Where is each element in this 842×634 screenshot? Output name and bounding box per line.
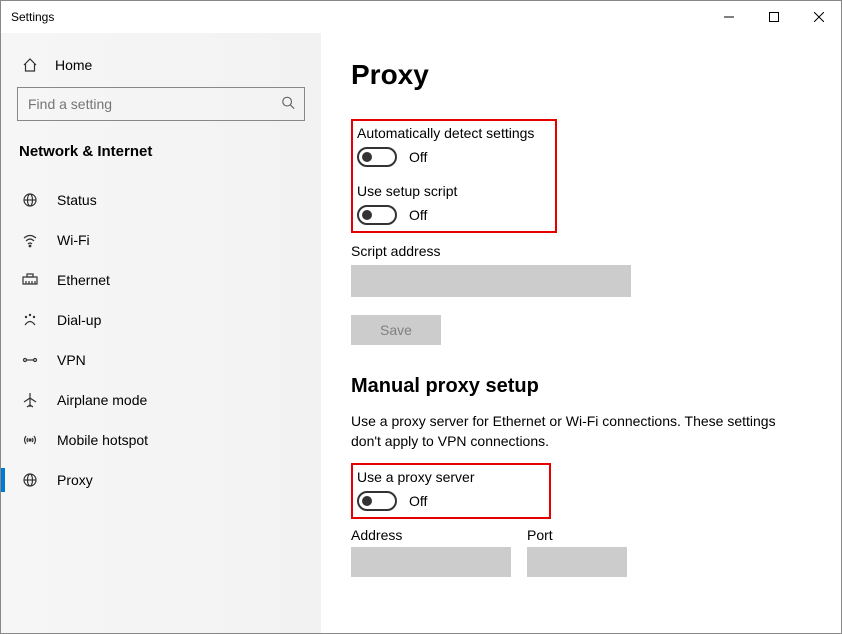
home-icon — [21, 57, 39, 73]
sidebar-item-dialup[interactable]: Dial-up — [17, 300, 305, 340]
script-address-label: Script address — [351, 243, 811, 259]
address-input[interactable] — [351, 547, 511, 577]
search-wrap — [17, 87, 305, 121]
setup-script-label: Use setup script — [357, 183, 547, 199]
sidebar-item-ethernet[interactable]: Ethernet — [17, 260, 305, 300]
window-title: Settings — [11, 10, 54, 24]
sidebar-item-label: Mobile hotspot — [57, 432, 148, 448]
home-label: Home — [55, 57, 92, 73]
auto-detect-label: Automatically detect settings — [357, 125, 547, 141]
auto-detect-state: Off — [409, 149, 427, 165]
sidebar-item-status[interactable]: Status — [17, 180, 305, 220]
setup-script-toggle[interactable] — [357, 205, 397, 225]
proxy-icon — [21, 472, 39, 488]
script-address-input[interactable] — [351, 265, 631, 297]
auto-detect-toggle[interactable] — [357, 147, 397, 167]
ethernet-icon — [21, 272, 39, 288]
sidebar-item-label: VPN — [57, 352, 86, 368]
port-label: Port — [527, 527, 627, 543]
use-proxy-toggle[interactable] — [357, 491, 397, 511]
hotspot-icon — [21, 432, 39, 448]
manual-description: Use a proxy server for Ethernet or Wi-Fi… — [351, 412, 791, 451]
sidebar-item-label: Dial-up — [57, 312, 101, 328]
vpn-icon — [21, 352, 39, 368]
highlight-box-manual: Use a proxy server Off — [351, 463, 551, 519]
category-title: Network & Internet — [19, 143, 305, 160]
dialup-icon — [21, 312, 39, 328]
use-proxy-label: Use a proxy server — [357, 469, 541, 485]
manual-heading: Manual proxy setup — [351, 375, 811, 398]
sidebar-item-airplane[interactable]: Airplane mode — [17, 380, 305, 420]
search-input[interactable] — [17, 87, 305, 121]
titlebar: Settings — [1, 1, 841, 33]
sidebar-item-label: Airplane mode — [57, 392, 147, 408]
page-title: Proxy — [351, 59, 811, 91]
main-pane: Proxy Automatically detect settings Off … — [321, 33, 841, 633]
sidebar-item-wifi[interactable]: Wi-Fi — [17, 220, 305, 260]
sidebar-item-label: Wi-Fi — [57, 232, 90, 248]
port-input[interactable] — [527, 547, 627, 577]
sidebar-item-label: Status — [57, 192, 97, 208]
nav-list: Status Wi-Fi Ethernet Dial-up — [17, 180, 305, 500]
sidebar-item-hotspot[interactable]: Mobile hotspot — [17, 420, 305, 460]
sidebar: Home Network & Internet Status Wi-Fi — [1, 33, 321, 633]
address-label: Address — [351, 527, 511, 543]
use-proxy-state: Off — [409, 493, 427, 509]
airplane-icon — [21, 392, 39, 408]
sidebar-item-vpn[interactable]: VPN — [17, 340, 305, 380]
close-button[interactable] — [796, 1, 841, 33]
sidebar-item-proxy[interactable]: Proxy — [17, 460, 305, 500]
sidebar-item-label: Ethernet — [57, 272, 110, 288]
wifi-icon — [21, 232, 39, 248]
minimize-button[interactable] — [706, 1, 751, 33]
sidebar-item-label: Proxy — [57, 472, 93, 488]
maximize-button[interactable] — [751, 1, 796, 33]
setup-script-state: Off — [409, 207, 427, 223]
search-icon — [281, 96, 295, 113]
home-link[interactable]: Home — [17, 51, 305, 87]
status-icon — [21, 192, 39, 208]
save-button[interactable]: Save — [351, 315, 441, 345]
highlight-box-auto: Automatically detect settings Off Use se… — [351, 119, 557, 233]
